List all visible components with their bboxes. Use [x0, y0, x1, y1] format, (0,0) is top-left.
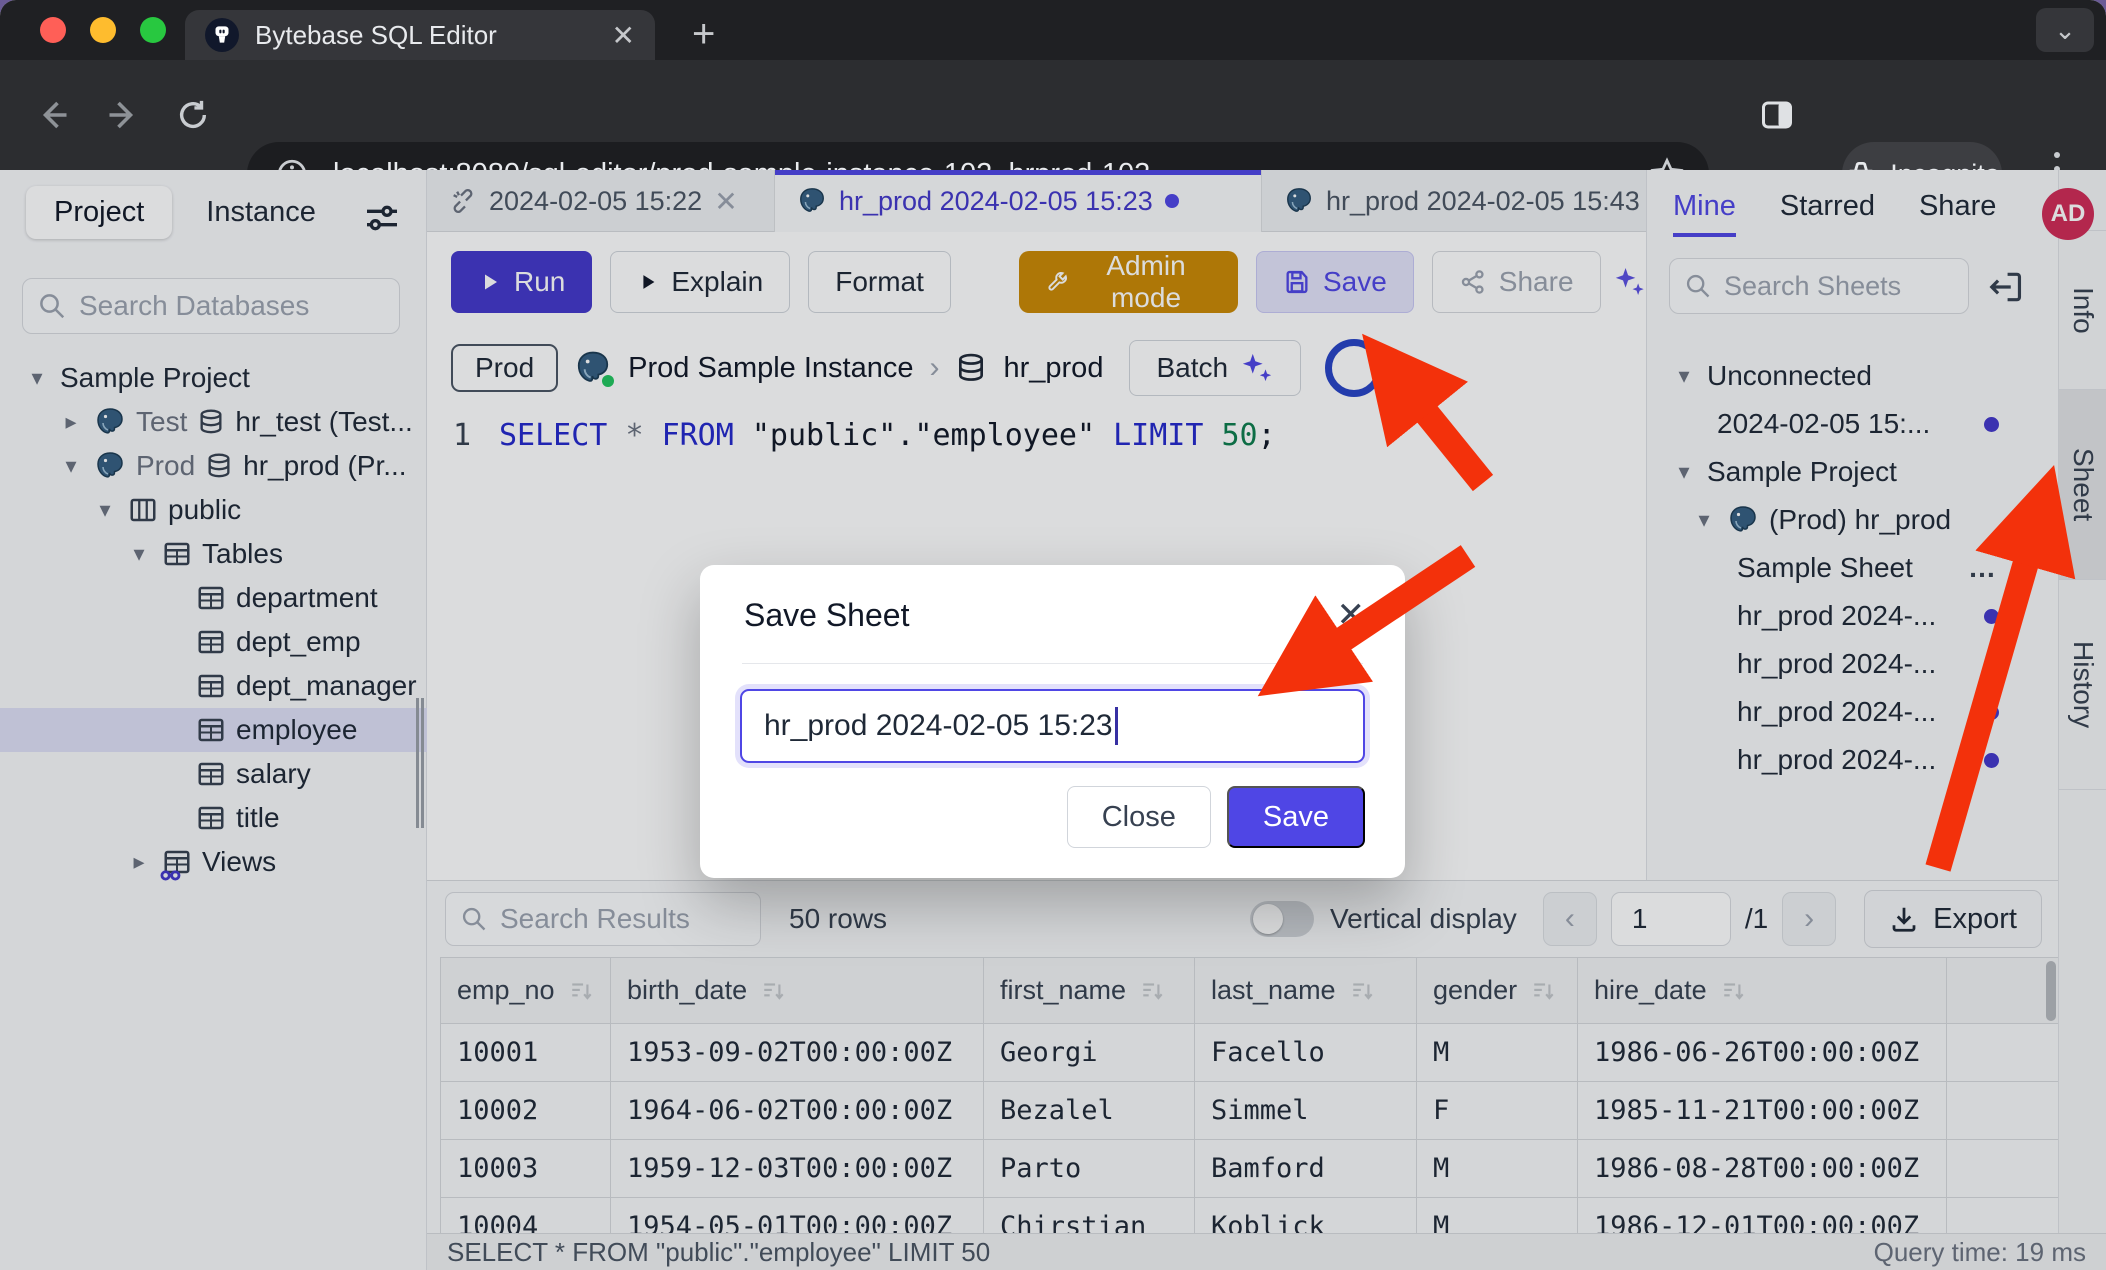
- bytebase-favicon: [205, 18, 239, 52]
- sheet-name-value: hr_prod 2024-02-05 15:23: [764, 709, 1113, 743]
- close-button[interactable]: Close: [1067, 786, 1211, 848]
- sheet-name-input[interactable]: hr_prod 2024-02-05 15:23: [740, 689, 1365, 763]
- browser-tab-title: Bytebase SQL Editor: [255, 20, 600, 51]
- dialog-title: Save Sheet: [744, 597, 909, 634]
- browser-window: Bytebase SQL Editor ✕ + ⌄ localhost:8080…: [0, 0, 2106, 1270]
- reload-icon[interactable]: [168, 90, 218, 140]
- text-caret: [1115, 707, 1118, 745]
- side-panel-icon[interactable]: [1752, 90, 1802, 140]
- new-tab-button[interactable]: +: [692, 12, 715, 57]
- close-icon[interactable]: ✕: [1337, 595, 1366, 635]
- browser-titlebar: Bytebase SQL Editor ✕ + ⌄: [0, 0, 2106, 60]
- forward-icon[interactable]: [98, 90, 148, 140]
- tab-search-chevron-button[interactable]: ⌄: [2036, 8, 2094, 52]
- back-icon[interactable]: [28, 90, 78, 140]
- browser-tab[interactable]: Bytebase SQL Editor ✕: [185, 10, 655, 60]
- close-window-button[interactable]: [40, 17, 66, 43]
- minimize-window-button[interactable]: [90, 17, 116, 43]
- maximize-window-button[interactable]: [140, 17, 166, 43]
- save-button[interactable]: Save: [1227, 786, 1365, 848]
- save-sheet-dialog: Save Sheet ✕ hr_prod 2024-02-05 15:23 Cl…: [700, 565, 1405, 878]
- close-tab-icon[interactable]: ✕: [612, 19, 635, 52]
- browser-navbar: localhost:8080/sql-editor/prod-sample-in…: [0, 60, 2106, 170]
